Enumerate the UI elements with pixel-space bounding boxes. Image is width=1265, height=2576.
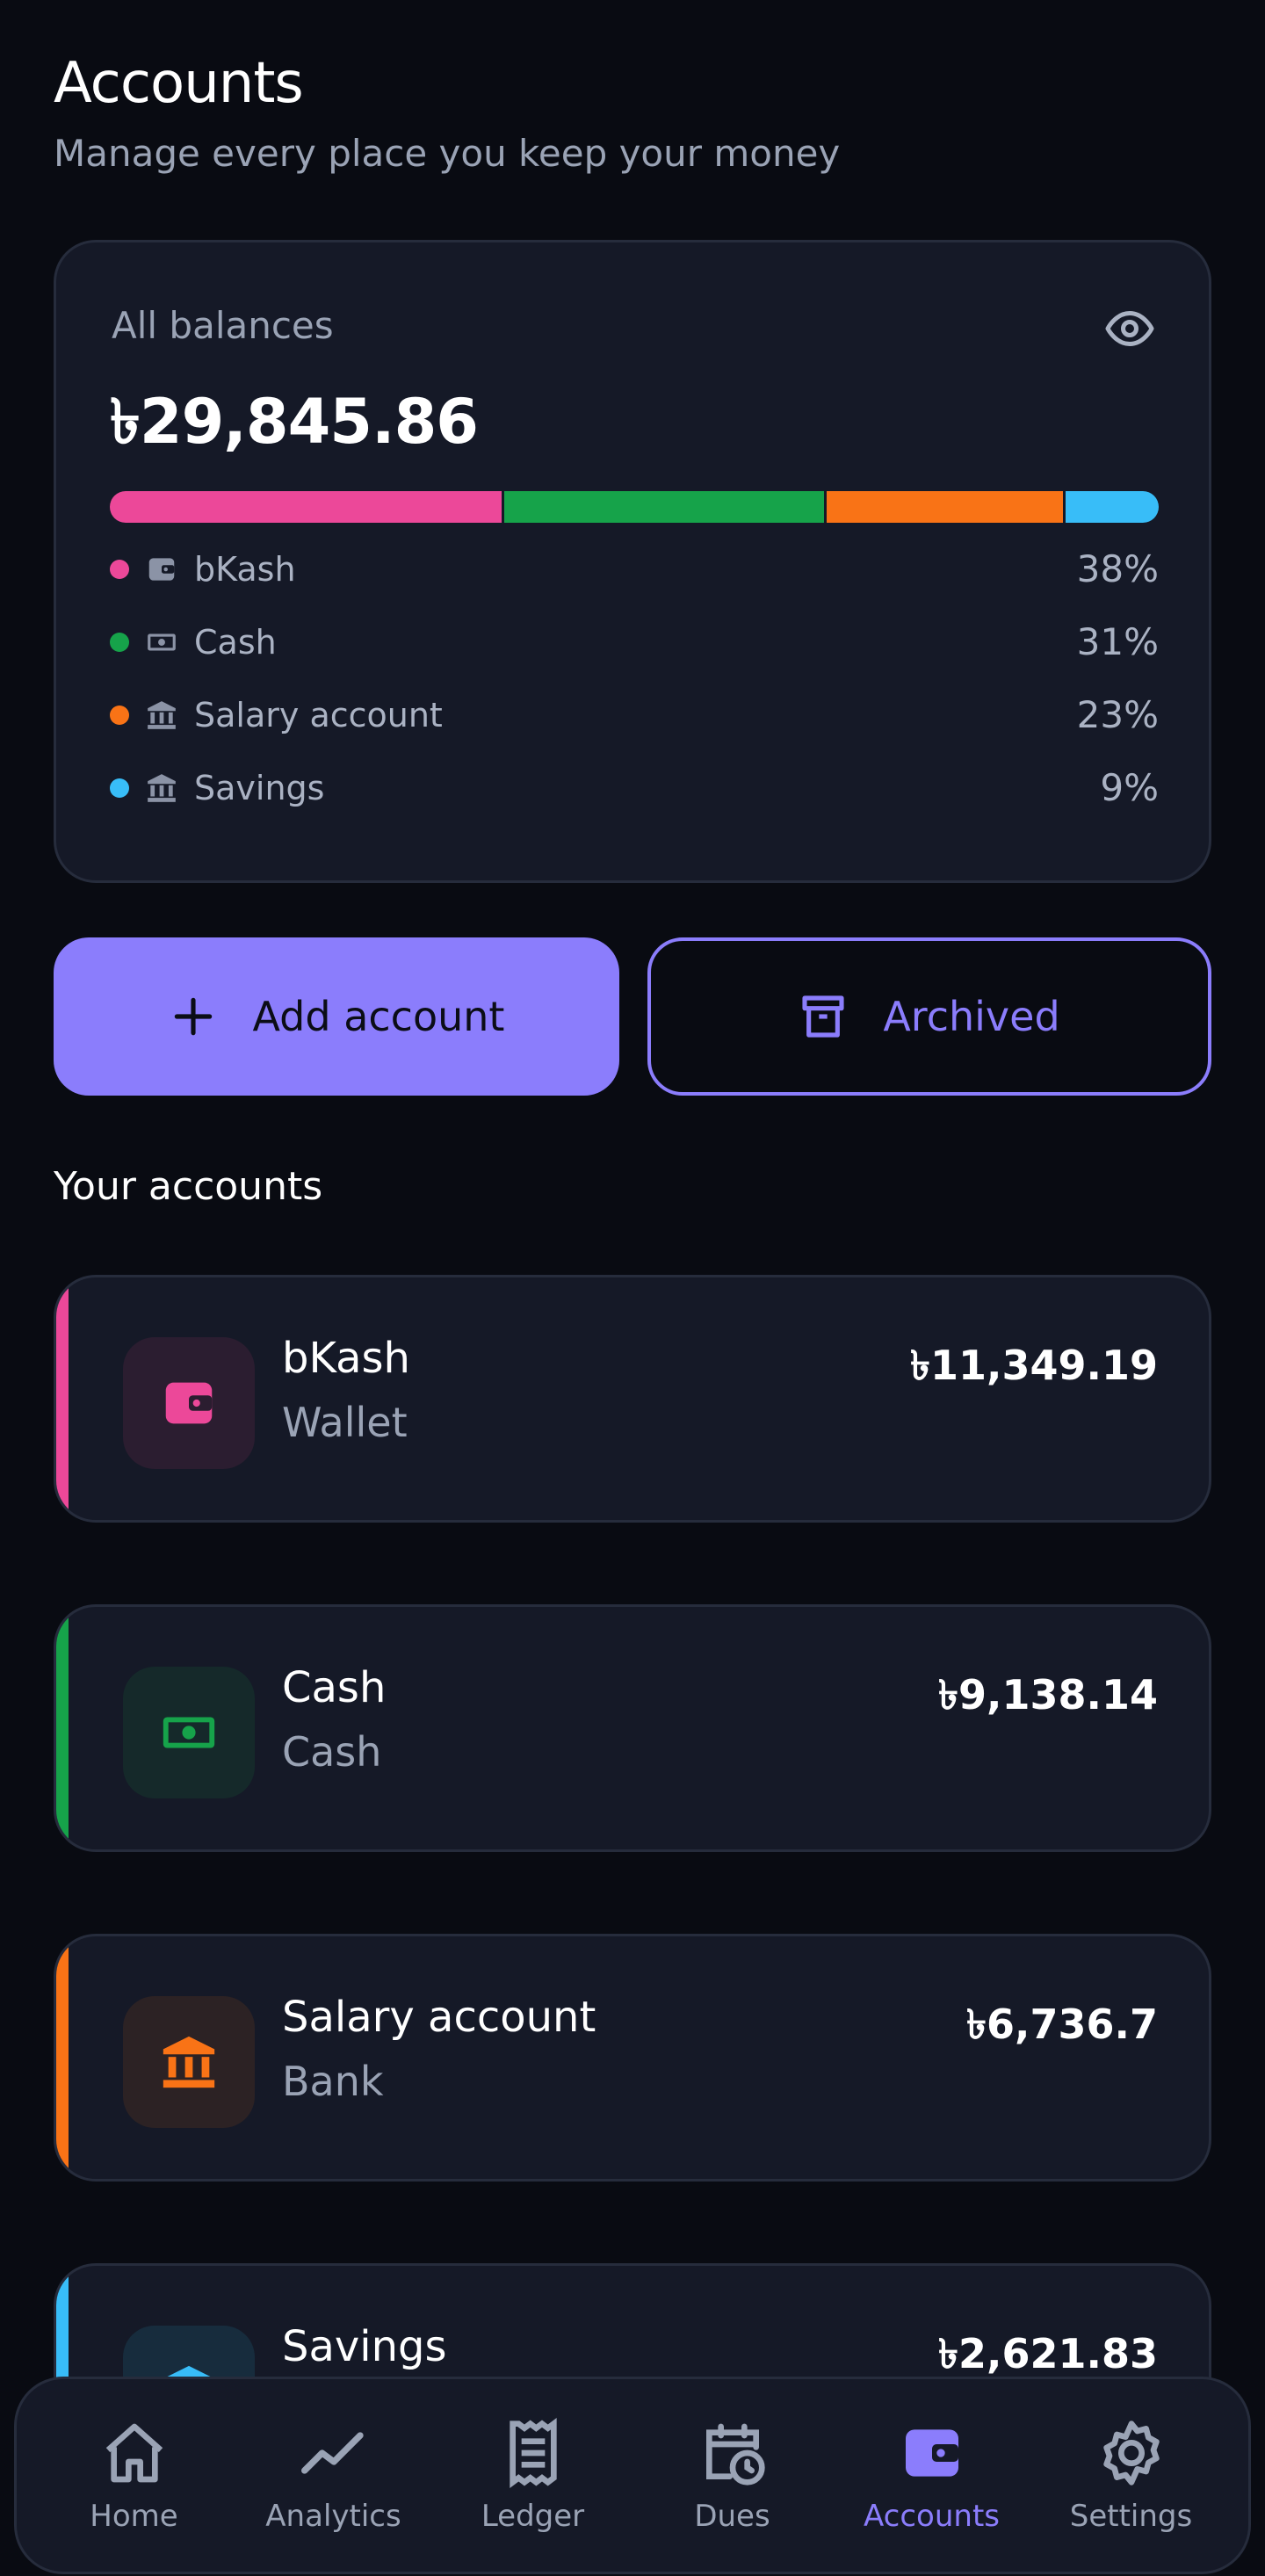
account-name: Salary account (282, 1993, 596, 2042)
add-account-label: Add account (252, 993, 505, 1040)
legend-row-cash: Cash 31% (110, 605, 1159, 678)
account-balance: ৳11,349.19 (910, 1342, 1158, 1389)
ledger-icon (509, 2417, 557, 2488)
legend-name: Savings (194, 768, 325, 807)
wallet-icon (905, 2428, 958, 2477)
legend-name: Salary account (194, 695, 443, 734)
nav-item-home[interactable]: Home (47, 2418, 222, 2534)
legend-dot (110, 632, 129, 652)
total-balance: ৳29,845.86 (110, 386, 479, 458)
account-card-bkash[interactable]: bKash Wallet ৳11,349.19 (54, 1275, 1211, 1523)
legend-dot (110, 559, 129, 579)
legend-row-salary-account: Salary account 23% (110, 678, 1159, 751)
add-account-button[interactable]: Add account (54, 937, 619, 1096)
page-subtitle: Manage every place you keep your money (54, 132, 841, 175)
account-card-cash[interactable]: Cash Cash ৳9,138.14 (54, 1604, 1211, 1852)
gear-icon (1102, 2420, 1160, 2486)
nav-item-analytics[interactable]: Analytics (246, 2418, 422, 2534)
bank-icon (148, 700, 176, 729)
section-title: Your accounts (54, 1164, 323, 1209)
account-icon-tile (123, 1667, 255, 1798)
account-name: Savings (282, 2322, 447, 2371)
nav-label: Dues (694, 2498, 770, 2534)
archived-label: Archived (883, 993, 1060, 1040)
nav-item-settings[interactable]: Settings (1044, 2418, 1219, 2534)
bar-segment (110, 491, 505, 523)
accounts-screen: Accounts Manage every place you keep you… (0, 0, 1265, 2576)
nav-item-dues[interactable]: Dues (645, 2418, 820, 2534)
balance-legend: bKash 38% Cash 31% Salary account 23% Sa… (110, 532, 1159, 824)
account-accent-stripe (56, 1607, 69, 1849)
bank-icon (163, 2036, 215, 2088)
bar-segment (1065, 491, 1159, 523)
nav-label: Accounts (864, 2498, 1000, 2534)
bank-icon (148, 773, 176, 802)
nav-label: Ledger (481, 2498, 585, 2534)
legend-percent: 31% (1076, 620, 1159, 663)
analytics-icon (300, 2431, 364, 2474)
account-name: bKash (282, 1334, 410, 1383)
wallet-icon (148, 557, 175, 581)
account-type: Cash (282, 1728, 382, 1776)
account-icon-tile (123, 1337, 255, 1469)
legend-dot (110, 778, 129, 798)
nav-item-ledger[interactable]: Ledger (445, 2417, 621, 2534)
balance-distribution-bar (110, 491, 1159, 523)
legend-row-savings: Savings 9% (110, 751, 1159, 824)
account-type: Wallet (282, 1399, 408, 1446)
plus-icon (174, 997, 212, 1036)
account-accent-stripe (56, 1936, 69, 2179)
legend-percent: 9% (1100, 766, 1159, 809)
legend-row-bkash: bKash 38% (110, 532, 1159, 605)
archived-button[interactable]: Archived (647, 937, 1211, 1096)
cash-icon (163, 1717, 215, 1748)
bottom-navigation: Home Analytics Ledger Dues Accounts Sett… (14, 2377, 1251, 2574)
nav-label: Home (90, 2498, 178, 2534)
account-balance: ৳9,138.14 (938, 1671, 1158, 1719)
nav-label: Analytics (265, 2498, 401, 2534)
archive-icon (802, 995, 844, 1038)
account-name: Cash (282, 1663, 387, 1712)
legend-percent: 38% (1076, 547, 1159, 590)
bar-segment (826, 491, 1066, 523)
account-balance: ৳6,736.7 (966, 2001, 1158, 2048)
page-title: Accounts (54, 51, 304, 116)
legend-name: Cash (194, 622, 277, 662)
legend-percent: 23% (1076, 693, 1159, 736)
legend-name: bKash (194, 549, 296, 589)
account-icon-tile (123, 1996, 255, 2128)
summary-label: All balances (112, 304, 334, 347)
account-type: Bank (282, 2058, 384, 2105)
bar-segment (504, 491, 827, 523)
balance-summary-card: All balances ৳29,845.86 bKash 38% Cash 3… (54, 240, 1211, 883)
legend-dot (110, 705, 129, 725)
cash-icon (148, 633, 176, 650)
account-card-salary-account[interactable]: Salary account Bank ৳6,736.7 (54, 1934, 1211, 2182)
home-icon (105, 2423, 163, 2482)
eye-icon[interactable] (1103, 302, 1156, 355)
account-accent-stripe (56, 1277, 69, 1520)
nav-item-accounts[interactable]: Accounts (844, 2418, 1020, 2534)
dues-icon (705, 2423, 765, 2486)
wallet-icon (165, 1382, 213, 1424)
nav-label: Settings (1069, 2498, 1193, 2534)
